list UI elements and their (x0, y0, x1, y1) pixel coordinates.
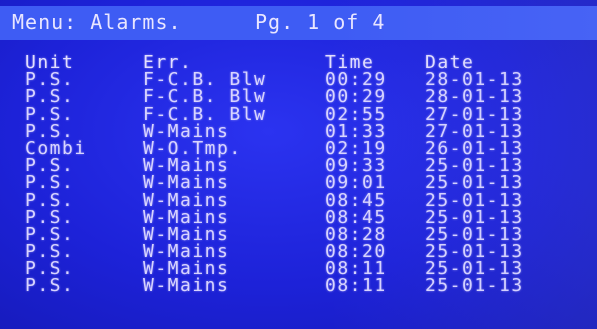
table-row: P.S. W-Mains 09:01 25-01-13 (25, 174, 585, 192)
alarm-rows: P.S. F-C.B. Blw 00:29 28-01-13 P.S. F-C.B. Bl… (25, 71, 585, 297)
menu-header-bar: Menu: Alarms. Pg. 1 of 4 (0, 6, 597, 40)
table-row: P.S. F-C.B. Blw 00:29 28-01-13 (25, 88, 585, 106)
page-indicator: Pg. 1 of 4 (255, 10, 386, 34)
table-row: P.S. W-Mains 08:11 25-01-13 (25, 275, 585, 297)
cell-time: 08:11 (325, 275, 387, 297)
menu-title: Menu: Alarms. (12, 10, 182, 34)
alarm-table: Unit Err. Time Date P.S. F-C.B. Blw 00:29 2… (25, 54, 585, 295)
cell-date: 25-01-13 (425, 275, 524, 297)
cell-unit: P.S. (25, 275, 75, 297)
cell-error: W-Mains (143, 275, 230, 297)
lcd-screen: Menu: Alarms. Pg. 1 of 4 Unit Err. Time … (0, 0, 597, 329)
